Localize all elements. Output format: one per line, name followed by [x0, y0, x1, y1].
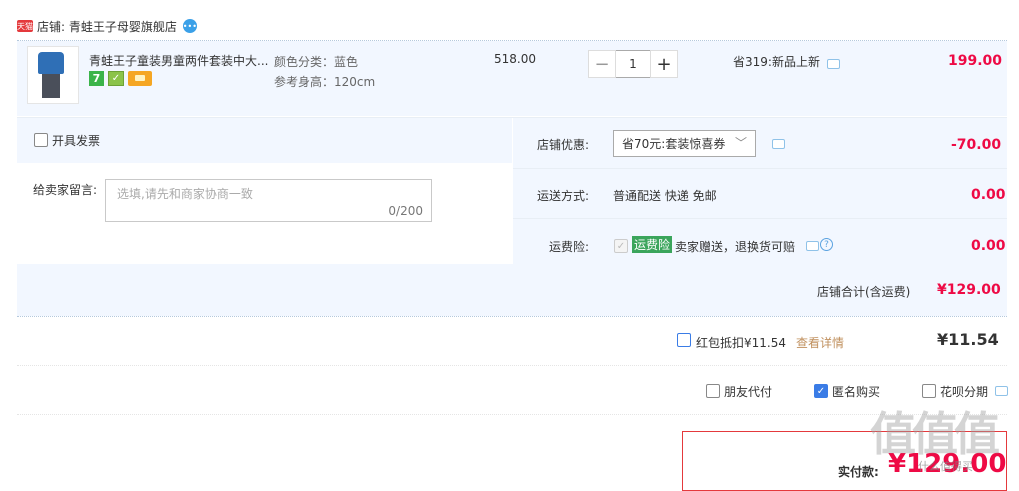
message-icon[interactable] [827, 59, 840, 69]
insurance-amount: 0.00 [971, 238, 1006, 254]
quantity-plus-button[interactable]: + [650, 50, 678, 78]
red-packet-amount: ¥11.54 [937, 330, 999, 349]
seven-day-return-icon[interactable]: 7 [89, 71, 104, 86]
watermark-text: 什么值得买 [918, 460, 973, 473]
anonymous-checkbox[interactable]: ✓ [814, 384, 828, 398]
message-icon[interactable] [995, 386, 1008, 396]
divider [513, 168, 1007, 169]
shop-discount-amount: -70.00 [951, 137, 1002, 153]
insurance-label: 运费险: [549, 240, 590, 254]
huabei-checkbox[interactable] [922, 384, 936, 398]
red-packet-details-link[interactable]: 查看详情 [796, 334, 844, 351]
insurance-badge: 运费险 [632, 236, 673, 253]
shipping-value: 普通配送 快递 免邮 [613, 189, 717, 203]
shop-header: 天猫 店铺: 青蛙王子母婴旗舰店 ••• [17, 15, 197, 37]
product-image-shirt [38, 52, 64, 74]
pay-label: 实付款: [838, 465, 879, 479]
product-image-pants [42, 74, 60, 98]
item-spec-height: 参考身高：120cm [274, 75, 376, 89]
shop-total-amount: ¥129.00 [937, 282, 1001, 298]
guarantee-icon[interactable]: ✓ [108, 71, 124, 86]
divider [17, 365, 1007, 366]
item-title-link[interactable]: 青蛙王子童装男童两件套装中大... [89, 52, 268, 69]
shop-discount-selected: 省70元:套装惊喜券 [622, 137, 726, 151]
quantity-minus-button[interactable]: − [588, 50, 616, 78]
shipping-amount: 0.00 [971, 187, 1006, 203]
red-packet-checkbox[interactable] [677, 333, 691, 347]
insurance-value: 卖家赠送，退换货可赔 [675, 240, 796, 254]
divider [17, 316, 1007, 317]
friend-pay-label[interactable]: 朋友代付 [724, 383, 772, 400]
message-placeholder: 选填,请先和商家协商一致 [117, 187, 253, 201]
invoice-checkbox[interactable] [34, 133, 48, 147]
invoice-label[interactable]: 开具发票 [52, 132, 100, 149]
shop-total-label: 店铺合计(含运费) [817, 285, 911, 299]
card-payment-icon[interactable] [128, 71, 152, 86]
question-icon[interactable]: ? [820, 238, 833, 251]
message-textarea[interactable]: 选填,请先和商家协商一致 0/200 [105, 179, 432, 222]
quantity-input[interactable]: 1 [616, 50, 650, 78]
quantity-stepper: − 1 + [588, 50, 678, 78]
message-icon[interactable] [806, 241, 819, 251]
insurance-checkbox: ✓ [614, 239, 628, 253]
unit-price: 518.00 [494, 52, 536, 66]
shop-discount-label: 店铺优惠: [537, 138, 590, 152]
chevron-down-icon: ﹀ [734, 136, 747, 150]
shop-name-link[interactable]: 店铺: 青蛙王子母婴旗舰店 [37, 18, 177, 35]
watermark-logo: 值值值 [870, 407, 1000, 461]
item-spec-color: 颜色分类：蓝色 [274, 55, 359, 69]
wangwang-icon[interactable]: ••• [183, 19, 197, 33]
item-subtotal: 199.00 [948, 53, 1003, 69]
shop-discount-select[interactable]: 省70元:套装惊喜券 ﹀ [613, 130, 756, 157]
message-icon[interactable] [772, 139, 785, 149]
divider [17, 117, 1007, 118]
divider [513, 218, 1007, 219]
message-counter: 0/200 [388, 204, 423, 218]
divider [17, 414, 1007, 415]
red-packet-label[interactable]: 红包抵扣¥11.54 [696, 334, 786, 351]
item-promo: 省319:新品上新 [733, 55, 820, 69]
tmall-icon: 天猫 [17, 20, 33, 32]
shipping-label: 运送方式: [537, 189, 590, 203]
friend-pay-checkbox[interactable] [706, 384, 720, 398]
divider [17, 40, 1007, 41]
message-label: 给卖家留言: [33, 183, 98, 197]
